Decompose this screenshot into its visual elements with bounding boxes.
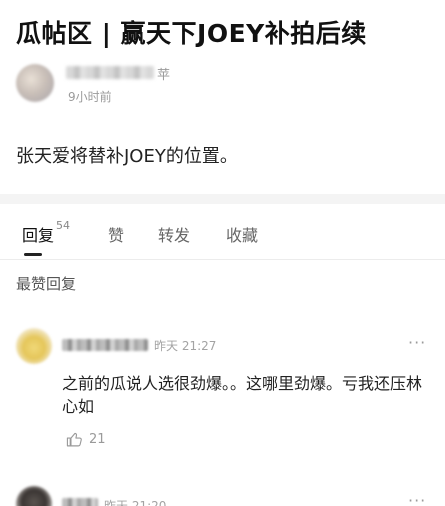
reply-avatar[interactable]	[16, 328, 52, 364]
post-title: 瓜帖区 | 赢天下JOEY补拍后续	[16, 19, 367, 48]
author-name-redacted[interactable]	[66, 66, 154, 79]
author-avatar[interactable]	[16, 64, 54, 102]
reply-avatar[interactable]	[16, 486, 52, 506]
section-divider	[0, 194, 445, 204]
tab-replies[interactable]: 回复54	[22, 219, 71, 246]
tab-replies-label: 回复	[22, 226, 55, 245]
reply-time: 昨天 21:27	[154, 339, 217, 353]
like-count: 21	[89, 432, 106, 447]
reply-author-redacted[interactable]	[62, 339, 148, 351]
more-options-icon[interactable]: ···	[408, 491, 426, 506]
reply-time: 昨天 21:20	[104, 499, 167, 506]
post-time: 9小时前	[68, 90, 112, 104]
tab-favorites[interactable]: 收藏	[226, 222, 258, 246]
active-tab-indicator	[24, 253, 42, 256]
like-button[interactable]: 21	[66, 431, 106, 448]
reply-author-redacted[interactable]	[62, 498, 98, 506]
tab-replies-count: 54	[56, 219, 71, 232]
best-replies-header: 最赞回复	[16, 275, 77, 293]
author-name-visible[interactable]: 苹	[157, 64, 170, 83]
more-options-icon[interactable]: ···	[408, 333, 426, 352]
post-content: 张天爱将替补JOEY的位置。	[16, 146, 238, 167]
thumbs-up-icon	[66, 432, 82, 447]
tab-likes[interactable]: 赞	[108, 222, 124, 246]
reply-text: 之前的瓜说人选很劲爆。。这哪里劲爆。亏我还压林心如	[62, 374, 423, 416]
reply-tabs: 回复54 赞 转发 收藏	[0, 204, 445, 260]
tab-reposts[interactable]: 转发	[158, 222, 190, 246]
